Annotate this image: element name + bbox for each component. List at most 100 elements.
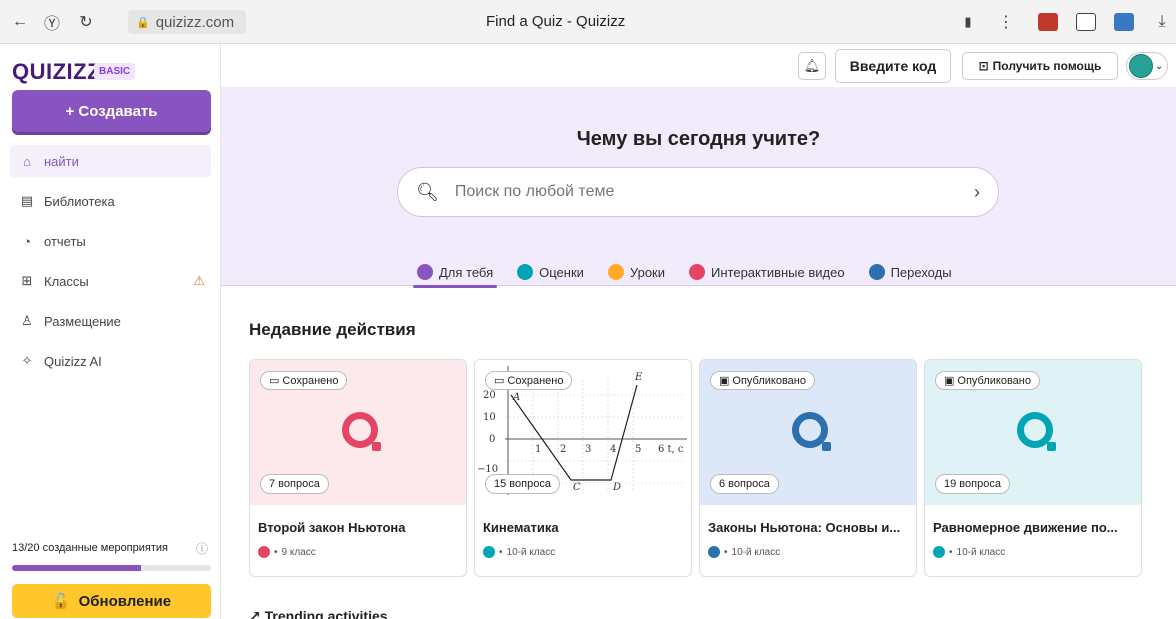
tab-label: Интерактивные видео	[711, 264, 845, 280]
tab-label: Уроки	[629, 264, 666, 280]
svg-text:4: 4	[610, 444, 616, 455]
chevron-down-icon: ⌄	[1155, 60, 1164, 72]
sidebar-item-quizizz-ai[interactable]: ✧ Quizizz AI	[10, 345, 211, 377]
search-bar[interactable]: 🔍︎ ›	[397, 167, 999, 217]
hero-title: Чему вы сегодня учите?	[576, 128, 821, 150]
accommodation-icon: ♙	[21, 313, 33, 328]
sidebar-item-label: Quizizz AI	[44, 353, 102, 369]
question-count: 6 вопроса	[710, 474, 779, 494]
menu-dots-icon[interactable]: ⋮	[996, 12, 1016, 32]
sidebar-item-reports[interactable]: ◔ отчеты	[10, 225, 211, 257]
svg-text:E: E	[634, 372, 643, 383]
unlock-icon: 🔓	[51, 593, 71, 610]
back-icon[interactable]: ←	[10, 12, 30, 32]
passage-icon	[868, 264, 885, 280]
trending-icon: ↗	[249, 608, 261, 619]
tab-lessons[interactable]: Уроки	[604, 258, 669, 286]
quizizz-q-tail	[1047, 442, 1056, 451]
sidebar-item-label: найти	[44, 153, 79, 169]
extension-translate-icon[interactable]	[1114, 13, 1134, 31]
sidebar-item-classes[interactable]: ⊞ Классы ⚠	[10, 265, 211, 297]
card-cover: ▣ Опубликовано 19 вопроса	[925, 360, 1141, 505]
sidebar-item-library[interactable]: ▤ Библиотека	[10, 185, 211, 217]
trending-activities-title: ↗ Trending activities	[249, 608, 388, 619]
info-icon[interactable]: ⓘ	[196, 540, 208, 557]
usage-text: 13/20 созданные мероприятия	[12, 542, 168, 554]
get-help-button[interactable]: ⊡ Получить помощь	[962, 52, 1118, 80]
card-title: Кинематика	[483, 520, 559, 535]
recent-activities-title: Недавние действия	[249, 320, 416, 339]
svg-text:3: 3	[585, 444, 591, 455]
status-badge: ▭ Сохранено	[260, 371, 348, 390]
status-badge: ▭ Сохранено	[485, 371, 573, 390]
svg-text:1: 1	[535, 444, 541, 455]
sidebar-item-find[interactable]: ⌂ найти	[10, 145, 211, 177]
classes-icon: ⊞	[21, 273, 33, 288]
download-icon[interactable]: ⤓	[1152, 12, 1172, 32]
svg-text:A: A	[512, 392, 520, 403]
passage-type-icon	[708, 546, 720, 558]
svg-text:10: 10	[483, 412, 496, 423]
svg-text:20: 20	[483, 390, 496, 401]
get-help-label: Получить помощь	[992, 59, 1102, 73]
usage-progress-fill	[12, 565, 142, 571]
bell-icon[interactable]: 🔔︎	[798, 52, 826, 80]
quizizz-logo[interactable]: QUIZIZZ	[12, 59, 101, 85]
svg-text:0: 0	[489, 434, 495, 445]
url-text: quizizz.com	[155, 13, 235, 31]
address-bar[interactable]: 🔒 quizizz.com	[128, 10, 246, 34]
activity-card[interactable]: ▣ Опубликовано 6 вопроса Законы Ньютона: …	[699, 359, 917, 577]
tab-label: Для тебя	[439, 264, 494, 280]
sidebar-item-accommodation[interactable]: ♙ Размещение	[10, 305, 211, 337]
assessment-icon	[517, 264, 534, 280]
card-cover: 20 10 0 −10 123456 t, c AECD ▭ Сохранено 15 …	[475, 360, 691, 505]
status-badge: ▣ Опубликовано	[935, 371, 1040, 390]
tab-label: Оценки	[539, 264, 584, 280]
quizizz-q-tail	[372, 442, 381, 451]
activity-card[interactable]: ▣ Опубликовано 19 вопроса Равномерное дви…	[924, 359, 1142, 577]
browser-toolbar: ← Ⓨ ↻ 🔒 quizizz.com Find a Quiz - Quiziz…	[0, 0, 1176, 44]
plan-badge: BASIC	[94, 63, 136, 80]
card-meta: • 9 класс	[258, 546, 316, 558]
card-meta: • 10-й класс	[483, 546, 555, 558]
folder-icon: ▭	[494, 375, 505, 387]
activity-card[interactable]: ▭ Сохранено 7 вопроса Второй закон Ньютон…	[249, 359, 467, 577]
assessment-type-icon	[483, 546, 495, 558]
video-icon	[689, 264, 706, 280]
sidebar-item-label: Классы	[44, 273, 89, 289]
question-count: 7 вопроса	[260, 474, 329, 494]
question-count: 15 вопроса	[485, 474, 560, 494]
search-input[interactable]	[454, 183, 958, 201]
enter-code-button[interactable]: Введите код	[835, 49, 951, 83]
content-tabs: Для тебя Оценки Уроки Интерактивные виде…	[413, 258, 956, 288]
heart-icon	[417, 264, 433, 280]
chat-icon: ⊡	[978, 59, 989, 73]
upgrade-button[interactable]: 🔓 Обновление	[12, 584, 211, 618]
svg-text:2: 2	[560, 444, 566, 455]
status-badge: ▣ Опубликовано	[710, 371, 815, 390]
chevron-right-icon[interactable]: ›	[974, 182, 980, 203]
tab-interactive-video[interactable]: Интерактивные видео	[685, 258, 849, 286]
card-cover: ▣ Опубликовано 6 вопроса	[700, 360, 916, 505]
extension-shield-icon[interactable]	[1038, 13, 1058, 31]
activity-card[interactable]: 20 10 0 −10 123456 t, c AECD ▭ Сохранено 15 …	[474, 359, 692, 577]
reports-icon: ◔	[23, 233, 31, 249]
card-title: Законы Ньютона: Основы и...	[708, 520, 901, 535]
sidebar-item-label: Библиотека	[44, 193, 115, 209]
profile-menu[interactable]: ⌄	[1126, 52, 1168, 80]
warning-icon: ⚠	[193, 273, 205, 288]
tab-passages[interactable]: Переходы	[865, 258, 956, 286]
tab-assessments[interactable]: Оценки	[513, 258, 588, 286]
yandex-icon[interactable]: Ⓨ	[42, 12, 62, 33]
tab-for-you[interactable]: Для тебя	[413, 258, 498, 288]
bookmark-icon[interactable]: ▮	[958, 12, 978, 32]
home-icon: ⌂	[23, 153, 31, 169]
card-cover: ▭ Сохранено 7 вопроса	[250, 360, 466, 505]
card-meta: • 10-й класс	[933, 546, 1005, 558]
search-icon: 🔍︎	[416, 181, 439, 202]
extension-tag-icon[interactable]	[1076, 13, 1096, 31]
usage-progress	[12, 565, 211, 571]
reload-icon[interactable]: ↻	[76, 12, 96, 32]
svg-text:5: 5	[635, 444, 641, 455]
create-button[interactable]: + Создавать	[12, 90, 211, 132]
